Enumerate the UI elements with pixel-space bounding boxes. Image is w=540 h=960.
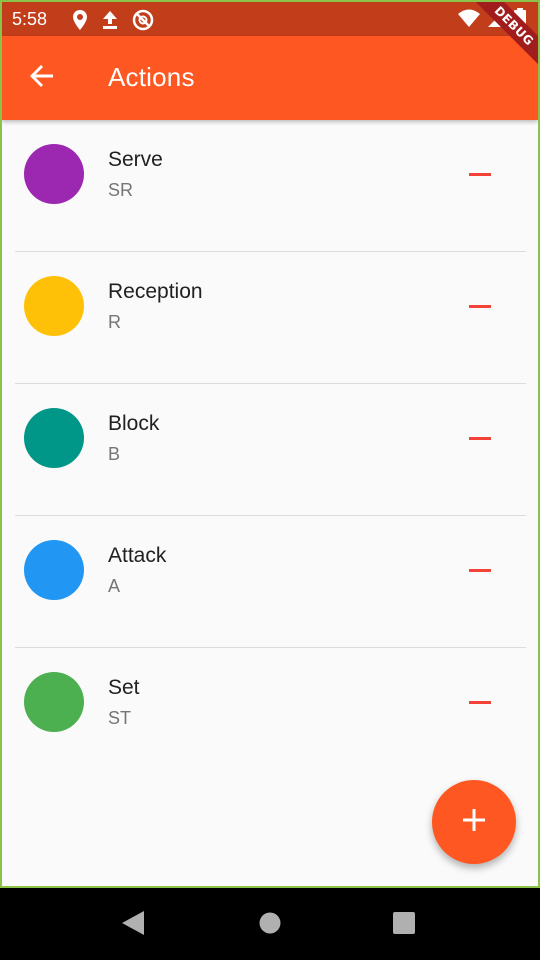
remove-icon: [469, 568, 491, 572]
action-name: Serve: [108, 148, 163, 171]
nav-back-button[interactable]: [118, 910, 148, 940]
action-code: SR: [108, 180, 134, 200]
nav-home-button[interactable]: [255, 910, 285, 940]
add-action-button[interactable]: [432, 780, 516, 864]
status-icons-left: [72, 9, 154, 35]
location-icon: [72, 10, 88, 34]
system-nav-bar: [0, 888, 540, 960]
action-code: A: [108, 576, 121, 596]
wifi-icon: [458, 9, 480, 31]
avatar: [24, 144, 84, 204]
avatar: [24, 540, 84, 600]
action-name: Reception: [108, 280, 203, 303]
status-time: 5:58: [12, 9, 48, 29]
upload-icon: [102, 11, 118, 33]
action-code: ST: [108, 708, 132, 728]
nav-recents-button[interactable]: [389, 910, 419, 940]
avatar: [24, 408, 84, 468]
action-name: Set: [108, 676, 140, 699]
remove-icon: [469, 304, 491, 308]
add-icon: [461, 807, 487, 837]
remove-button[interactable]: [458, 682, 502, 722]
list-item[interactable]: Set ST: [2, 648, 538, 780]
do-not-disturb-icon: [132, 9, 154, 35]
avatar: [24, 672, 84, 732]
app-bar: Actions: [2, 36, 538, 120]
action-code: R: [108, 312, 121, 332]
list-item[interactable]: Block B: [2, 384, 538, 516]
remove-button[interactable]: [458, 154, 502, 194]
action-name: Block: [108, 412, 160, 435]
action-list: Serve SR Reception R Block B Attack A Se…: [2, 120, 538, 780]
status-bar: 5:58: [2, 2, 538, 36]
remove-icon: [469, 172, 491, 176]
list-item[interactable]: Attack A: [2, 516, 538, 648]
recents-square-icon: [393, 912, 415, 938]
back-button[interactable]: [22, 58, 62, 98]
action-name: Attack: [108, 544, 167, 567]
remove-button[interactable]: [458, 286, 502, 326]
action-code: B: [108, 444, 121, 464]
remove-icon: [469, 700, 491, 704]
avatar: [24, 276, 84, 336]
list-item[interactable]: Serve SR: [2, 120, 538, 252]
remove-button[interactable]: [458, 550, 502, 590]
list-item[interactable]: Reception R: [2, 252, 538, 384]
app-screen: 5:58 Actions DEBUG Serve SR Reception R …: [0, 0, 540, 888]
remove-icon: [469, 436, 491, 440]
page-title: Actions: [108, 62, 195, 92]
back-triangle-icon: [122, 911, 144, 939]
home-circle-icon: [259, 912, 281, 938]
arrow-back-icon: [29, 63, 55, 93]
remove-button[interactable]: [458, 418, 502, 458]
